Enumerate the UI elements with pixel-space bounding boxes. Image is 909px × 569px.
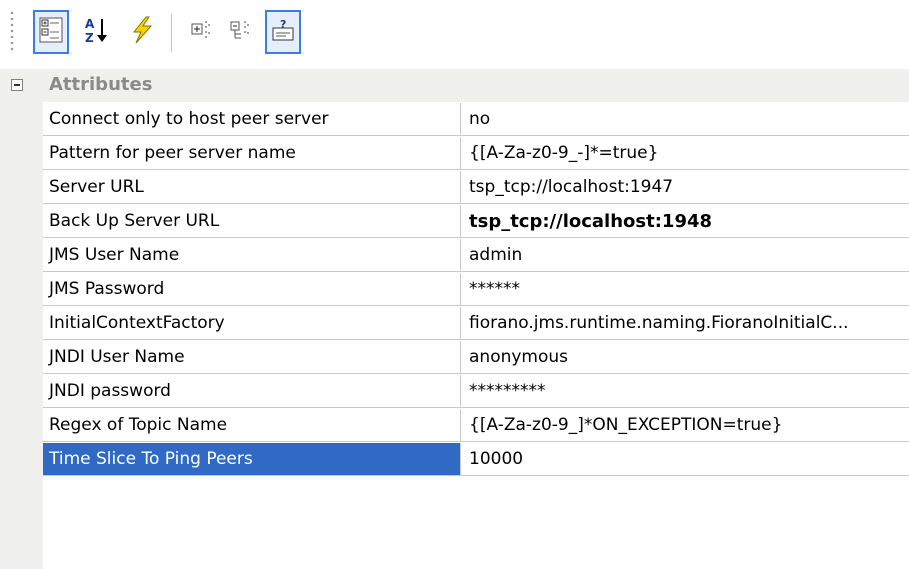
property-row[interactable]: Regex of Topic Name {[A-Za-z0-9_]*ON_EXCE… [43,409,909,443]
help-panel-icon: ? [271,18,295,46]
property-name[interactable]: Pattern for peer server name [43,137,461,170]
toolbar-grip[interactable] [10,10,14,54]
property-row[interactable]: JNDI password ********* [43,375,909,409]
property-row[interactable]: Pattern for peer server name {[A-Za-z0-9_… [43,137,909,171]
property-value[interactable]: ********* [461,375,909,408]
property-name[interactable]: Connect only to host peer server [43,103,461,136]
grid-gutter [0,69,43,569]
property-value[interactable]: admin [461,239,909,272]
property-name[interactable]: InitialContextFactory [43,307,461,340]
sort-alphabetical-button[interactable]: A Z [79,10,115,54]
property-name[interactable]: Back Up Server URL [43,205,461,238]
property-row[interactable]: Back Up Server URL tsp_tcp://localhost:19… [43,205,909,239]
property-name[interactable]: Time Slice To Ping Peers [43,443,461,476]
lightning-icon [129,16,155,48]
property-name[interactable]: JMS User Name [43,239,461,272]
property-value[interactable]: fiorano.jms.runtime.naming.FioranoInitia… [461,307,909,340]
expand-icon [190,18,214,46]
collapse-icon [229,18,253,46]
property-value[interactable]: tsp_tcp://localhost:1947 [461,171,909,204]
expand-all-button[interactable] [184,10,220,54]
property-row[interactable]: JMS Password ****** [43,273,909,307]
property-grid: Attributes Connect only to host peer ser… [0,69,909,569]
property-grid-toolbar: A Z ? [0,0,909,69]
property-name[interactable]: JNDI User Name [43,341,461,374]
category-label: Attributes [49,74,153,95]
collapse-toggle-icon[interactable] [11,79,23,91]
toolbar-separator [171,14,172,52]
property-row[interactable]: Connect only to host peer server no [43,103,909,137]
description-toggle-button[interactable]: ? [265,10,301,54]
property-value[interactable]: tsp_tcp://localhost:1948 [461,205,909,238]
property-value[interactable]: anonymous [461,341,909,374]
property-row[interactable]: Time Slice To Ping Peers 10000 [43,443,909,477]
svg-text:A: A [85,17,95,31]
property-value[interactable]: no [461,103,909,136]
property-name[interactable]: JMS Password [43,273,461,306]
svg-text:Z: Z [85,31,94,44]
property-value[interactable]: ****** [461,273,909,306]
property-row[interactable]: JMS User Name admin [43,239,909,273]
property-row[interactable]: InitialContextFactory fiorano.jms.runtime… [43,307,909,341]
svg-text:?: ? [280,18,286,31]
property-value[interactable]: 10000 [461,443,909,476]
category-row-attributes[interactable]: Attributes [0,69,909,102]
collapse-all-button[interactable] [223,10,259,54]
property-name[interactable]: Regex of Topic Name [43,409,461,442]
property-row[interactable]: Server URL tsp_tcp://localhost:1947 [43,171,909,205]
property-row[interactable]: JNDI User Name anonymous [43,341,909,375]
property-value[interactable]: {[A-Za-z0-9_]*ON_EXCEPTION=true} [461,409,909,442]
events-button[interactable] [124,10,160,54]
property-name[interactable]: JNDI password [43,375,461,408]
categorized-view-button[interactable] [33,10,69,54]
categorized-icon [39,17,63,47]
property-value[interactable]: {[A-Za-z0-9_-]*=true} [461,137,909,170]
sort-az-icon: A Z [84,16,110,48]
property-name[interactable]: Server URL [43,171,461,204]
